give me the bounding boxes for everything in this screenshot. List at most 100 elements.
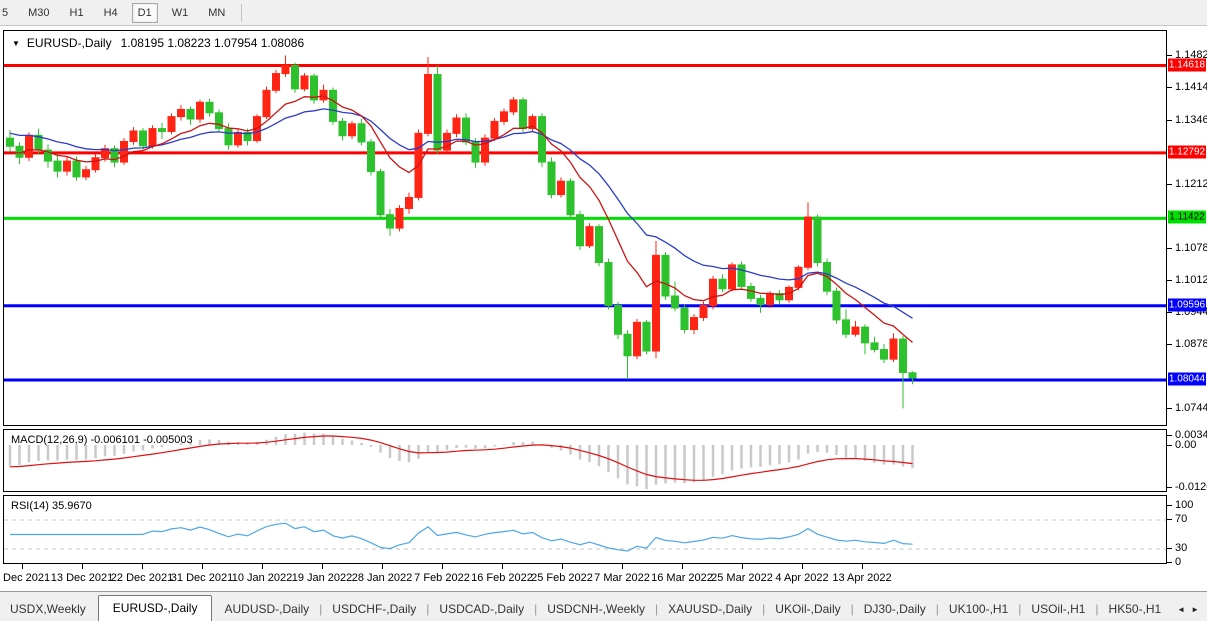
candle-body: [178, 109, 185, 116]
price-axis-tick: [1167, 120, 1172, 121]
price-axis-tick-label: 1.10120: [1175, 274, 1207, 286]
candle-body: [691, 318, 698, 330]
tab-usdcnh-weekly[interactable]: USDCNH-,Weekly: [537, 597, 655, 621]
date-axis-tick: [322, 564, 323, 569]
rsi-axis-tick: [1167, 562, 1172, 563]
price-level-badge: 1.09596: [1168, 298, 1206, 311]
tab-audusd-daily[interactable]: AUDUSD-,Daily: [214, 597, 319, 621]
rsi-label: RSI(14) 35.9670: [11, 500, 92, 512]
tab-usdcad-daily[interactable]: USDCAD-,Daily: [429, 597, 534, 621]
candle-body: [814, 217, 821, 262]
rsi-panel[interactable]: RSI(14) 35.9670: [3, 495, 1167, 564]
candle-body: [510, 100, 517, 112]
tab-xauusd-daily[interactable]: XAUUSD-,Daily: [658, 597, 762, 621]
date-axis-tick: [862, 564, 863, 569]
candle-body: [7, 138, 14, 146]
tab-uk100-h1[interactable]: UK100-,H1: [939, 597, 1018, 621]
macd-axis-label: 0.00: [1175, 439, 1196, 451]
rsi-line: [10, 523, 913, 551]
tab-eurusd-daily[interactable]: EURUSD-,Daily: [98, 595, 213, 621]
date-axis-tick: [202, 564, 203, 569]
timeframe-button-h4[interactable]: H4: [98, 3, 124, 23]
candle-body: [681, 308, 688, 330]
candle-body: [662, 255, 669, 296]
candle-body: [339, 121, 346, 135]
candle-body: [206, 102, 213, 113]
candle-body: [615, 306, 622, 335]
candle-body: [719, 279, 726, 289]
date-axis-tick: [682, 564, 683, 569]
candle-body: [453, 118, 460, 133]
tab-scroll-controls: ◄►: [1173, 605, 1207, 621]
date-axis-tick: [142, 564, 143, 569]
rsi-chart[interactable]: [4, 496, 1166, 563]
candle-body: [558, 181, 565, 194]
candle-body: [263, 90, 270, 116]
candle-body: [83, 170, 90, 177]
price-axis-tick-label: 1.12120: [1175, 178, 1207, 190]
candle-body: [292, 65, 299, 88]
date-axis-label: 25 Feb 2022: [531, 572, 593, 584]
macd-label: MACD(12,26,9) -0.006101 -0.005003: [11, 434, 193, 446]
tab-hk50-h1[interactable]: HK50-,H1: [1099, 597, 1172, 621]
candle-body: [586, 227, 593, 246]
candle-body: [548, 162, 555, 195]
price-axis-tick: [1167, 248, 1172, 249]
candlestick-chart[interactable]: [4, 31, 1166, 425]
tab-scroll-left-icon[interactable]: ◄: [1177, 605, 1185, 614]
price-level-badge: 1.11422: [1168, 211, 1206, 224]
rsi-axis-label: 70: [1175, 513, 1187, 525]
date-axis-label: 7 Mar 2022: [594, 572, 650, 584]
candle-body: [871, 343, 878, 350]
price-chart-panel[interactable]: ▼ EURUSD-,Daily 1.08195 1.08223 1.07954 …: [3, 30, 1167, 426]
date-axis[interactable]: 3 Dec 202113 Dec 202122 Dec 202131 Dec 2…: [0, 564, 1167, 591]
candle-body: [149, 129, 156, 146]
macd-axis-label: -0.012058: [1175, 481, 1207, 493]
date-axis-tick: [562, 564, 563, 569]
candle-body: [833, 291, 840, 320]
date-axis-label: 13 Apr 2022: [832, 572, 891, 584]
chart-symbol-label: EURUSD-,Daily: [27, 36, 112, 50]
candle-body: [501, 112, 508, 122]
tab-scroll-right-icon[interactable]: ►: [1191, 605, 1199, 614]
candle-body: [311, 76, 318, 100]
tab-usoil-h1[interactable]: USOil-,H1: [1021, 597, 1095, 621]
price-axis-tick: [1167, 87, 1172, 88]
candle-body: [216, 113, 223, 129]
candle-body: [624, 334, 631, 356]
candle-body: [881, 350, 888, 360]
timeframe-button-d1[interactable]: D1: [132, 3, 158, 23]
tab-dj30-daily[interactable]: DJ30-,Daily: [854, 597, 936, 621]
candle-body: [368, 142, 375, 172]
candle-body: [377, 172, 384, 215]
timeframe-button-m30[interactable]: M30: [22, 3, 55, 23]
candle-body: [567, 181, 574, 214]
tab-ukoil-daily[interactable]: UKOil-,Daily: [765, 597, 850, 621]
date-axis-tick: [502, 564, 503, 569]
tab-usdx-weekly[interactable]: USDX,Weekly: [0, 597, 96, 621]
price-level-badge: 1.08044: [1168, 372, 1206, 385]
rsi-axis-tick: [1167, 519, 1172, 520]
candle-body: [852, 327, 859, 334]
timeframe-button-h1[interactable]: H1: [64, 3, 90, 23]
timeframe-button-5[interactable]: 5: [0, 3, 14, 23]
candle-body: [320, 90, 327, 100]
price-axis-tick: [1167, 344, 1172, 345]
price-axis-tick-label: 1.13460: [1175, 114, 1207, 126]
date-axis-tick: [622, 564, 623, 569]
date-axis-tick: [22, 564, 23, 569]
timeframe-button-w1[interactable]: W1: [166, 3, 195, 23]
candle-body: [900, 339, 907, 372]
price-axis[interactable]: 1.148201.141401.134601.121201.107801.101…: [1167, 26, 1207, 591]
candle-body: [643, 322, 650, 351]
tab-usdchf-daily[interactable]: USDCHF-,Daily: [322, 597, 426, 621]
macd-panel[interactable]: MACD(12,26,9) -0.006101 -0.005003: [3, 429, 1167, 492]
price-axis-tick-label: 1.10780: [1175, 242, 1207, 254]
collapse-chart-icon[interactable]: ▼: [12, 39, 20, 48]
candle-body: [425, 75, 432, 134]
candle-body: [862, 327, 869, 343]
candle-body: [463, 118, 470, 142]
timeframe-button-mn[interactable]: MN: [202, 3, 231, 23]
candle-body: [738, 265, 745, 287]
candle-body: [140, 131, 147, 146]
